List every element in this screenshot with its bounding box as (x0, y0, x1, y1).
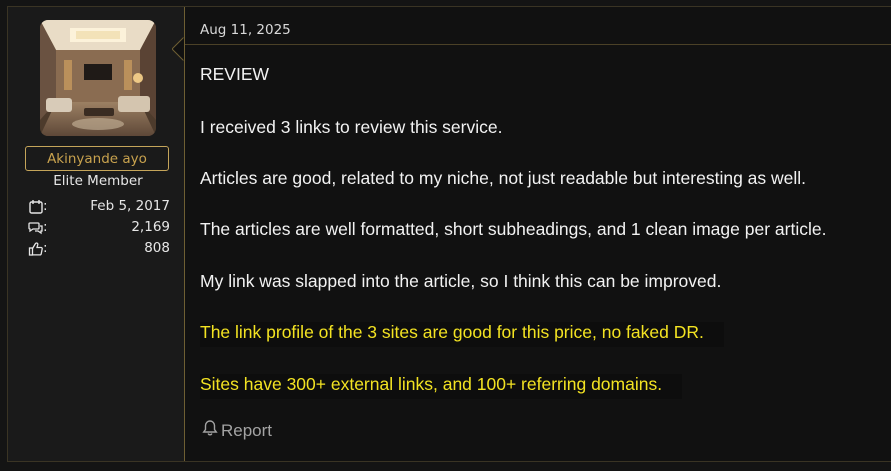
stat-separator: : (43, 219, 48, 235)
username[interactable]: Akinyande ayo (47, 151, 147, 167)
stat-joined: : Feb 5, 2017 (28, 197, 170, 217)
joined-date: Feb 5, 2017 (90, 198, 170, 214)
report-label[interactable]: Report (221, 421, 272, 441)
post-date[interactable]: Aug 11, 2025 (200, 22, 291, 38)
stat-messages: : 2,169 (28, 218, 170, 238)
post-paragraph: The articles are well formatted, short s… (200, 219, 827, 239)
post-paragraph: My link was slapped into the article, so… (200, 271, 722, 291)
username-badge[interactable]: Akinyande ayo (25, 146, 169, 171)
highlighted-paragraph: Sites have 300+ external links, and 100+… (200, 374, 683, 399)
stat-reactions: : 808 (28, 239, 170, 259)
post-paragraph: I received 3 links to review this servic… (200, 117, 503, 137)
thumbs-up-icon (28, 241, 44, 257)
reaction-score: 808 (144, 240, 170, 256)
post-heading: REVIEW (200, 64, 270, 84)
highlighted-paragraph: The link profile of the 3 sites are good… (200, 322, 724, 347)
message-count: 2,169 (131, 219, 170, 235)
panel-pointer (172, 37, 184, 61)
avatar[interactable] (40, 20, 156, 136)
stat-separator: : (43, 198, 48, 214)
calendar-icon (28, 199, 44, 215)
header-divider (185, 44, 891, 45)
user-panel: Akinyande ayo Elite Member : Feb 5, 2017 (8, 7, 185, 461)
stat-separator: : (43, 240, 48, 256)
forum-post: Akinyande ayo Elite Member : Feb 5, 2017 (7, 6, 891, 462)
user-title: Elite Member (53, 173, 143, 189)
report-link[interactable]: Report (202, 419, 272, 442)
post-paragraph: Articles are good, related to my niche, … (200, 168, 807, 188)
bell-icon (202, 419, 218, 442)
speech-bubbles-icon (28, 220, 44, 236)
